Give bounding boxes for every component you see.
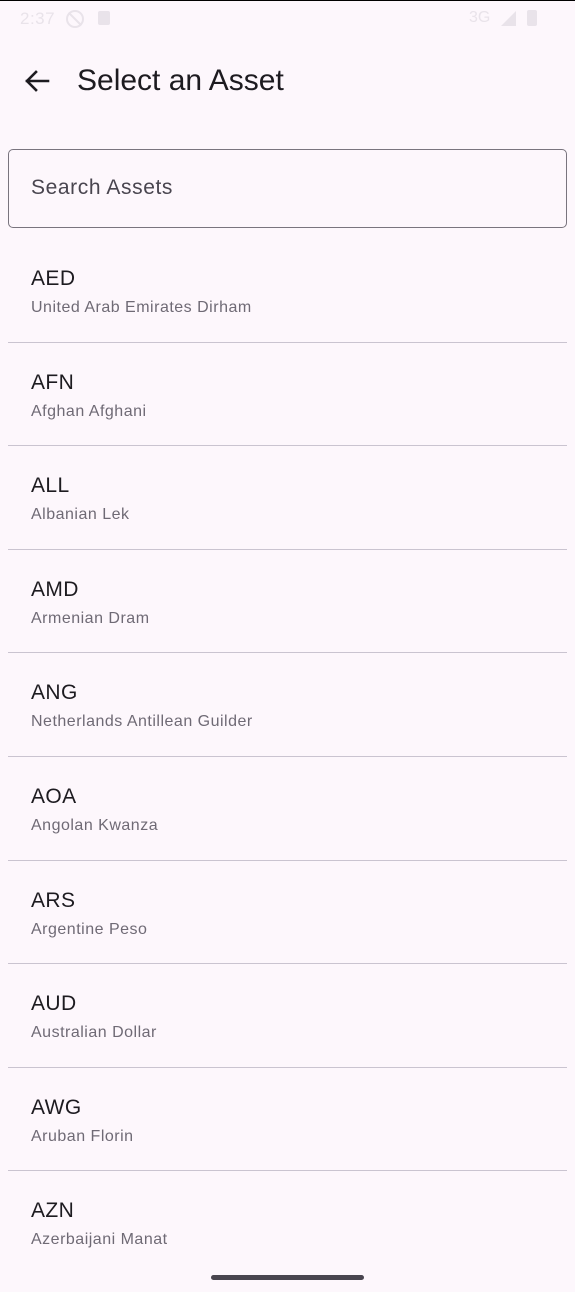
asset-code: ARS bbox=[31, 888, 76, 912]
battery-icon bbox=[527, 10, 537, 26]
sim-card-icon bbox=[98, 11, 110, 25]
asset-code: AWG bbox=[31, 1095, 82, 1119]
asset-name: Australian Dollar bbox=[31, 1024, 157, 1042]
page-title: Select an Asset bbox=[77, 64, 284, 97]
asset-code: ANG bbox=[31, 681, 78, 705]
asset-name: Albanian Lek bbox=[31, 506, 130, 524]
asset-name: Aruban Florin bbox=[31, 1127, 134, 1145]
asset-name: Armenian Dram bbox=[31, 609, 150, 627]
status-bar: 2:37 3G bbox=[0, 1, 575, 37]
asset-name: Netherlands Antillean Guilder bbox=[31, 713, 253, 731]
status-time: 2:37 bbox=[20, 9, 56, 28]
asset-list-item-awg[interactable]: AWG Aruban Florin bbox=[8, 1068, 567, 1172]
network-type: 3G bbox=[469, 9, 491, 26]
asset-code: ALL bbox=[31, 474, 70, 498]
back-button[interactable] bbox=[13, 57, 61, 105]
asset-code: AUD bbox=[31, 992, 77, 1016]
asset-code: AOA bbox=[31, 784, 77, 808]
asset-list-item-aud[interactable]: AUD Australian Dollar bbox=[8, 964, 567, 1068]
cell-signal-icon bbox=[501, 11, 516, 26]
asset-name: Afghan Afghani bbox=[31, 402, 147, 420]
asset-name: Azerbaijani Manat bbox=[31, 1231, 168, 1249]
asset-code: AED bbox=[31, 267, 76, 290]
arrow-back-icon bbox=[25, 70, 50, 92]
asset-code: AZN bbox=[31, 1199, 75, 1223]
asset-list-item-all[interactable]: ALL Albanian Lek bbox=[8, 446, 567, 550]
asset-list-item-azn[interactable]: AZN Azerbaijani Manat bbox=[8, 1171, 567, 1275]
asset-name: United Arab Emirates Dirham bbox=[31, 299, 252, 316]
app-bar: Select an Asset bbox=[0, 37, 575, 125]
asset-name: Angolan Kwanza bbox=[31, 816, 159, 834]
gesture-navigation-bar[interactable] bbox=[211, 1275, 364, 1280]
asset-list-item-aoa[interactable]: AOA Angolan Kwanza bbox=[8, 757, 567, 861]
search-field[interactable] bbox=[8, 149, 567, 228]
asset-code: AMD bbox=[31, 577, 79, 601]
asset-list-item-ang[interactable]: ANG Netherlands Antillean Guilder bbox=[8, 653, 567, 757]
asset-list-item-amd[interactable]: AMD Armenian Dram bbox=[8, 550, 567, 654]
asset-list: AED United Arab Emirates Dirham AFN Afghan … bbox=[8, 239, 567, 1275]
search-input[interactable] bbox=[31, 150, 546, 226]
asset-name: Argentine Peso bbox=[31, 920, 148, 938]
asset-list-item-aed[interactable]: AED United Arab Emirates Dirham bbox=[8, 239, 567, 343]
do-not-disturb-icon bbox=[66, 10, 84, 28]
asset-list-item-afn[interactable]: AFN Afghan Afghani bbox=[8, 343, 567, 447]
asset-code: AFN bbox=[31, 370, 75, 394]
asset-list-item-ars[interactable]: ARS Argentine Peso bbox=[8, 861, 567, 965]
